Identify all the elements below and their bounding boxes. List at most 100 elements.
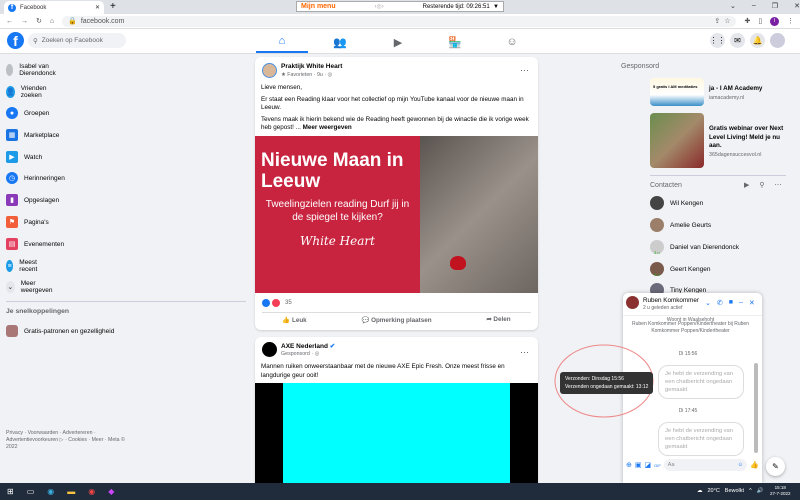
contact-item[interactable]: Amelie Geurts: [650, 218, 711, 232]
home-icon[interactable]: ⌂: [50, 18, 54, 25]
sidepanel-icon[interactable]: ▯: [758, 17, 762, 25]
browser-tab[interactable]: f Facebook ✕: [4, 1, 104, 14]
sidebar-item-more[interactable]: ⌄ Meer weergeven: [6, 279, 56, 295]
new-message-button[interactable]: ✎: [766, 457, 785, 476]
chat-scrollbar[interactable]: [754, 363, 758, 453]
app-icon[interactable]: ◆: [108, 487, 114, 496]
bookmark-star-icon[interactable]: ☆: [724, 17, 730, 25]
file-explorer-icon[interactable]: ▬: [67, 487, 75, 496]
minimize-icon[interactable]: –: [739, 299, 743, 307]
minimize-icon[interactable]: –: [752, 2, 756, 10]
post-meta: Gesponsord · ◎: [281, 351, 320, 357]
tray-chevron-icon[interactable]: ^: [749, 488, 752, 494]
sidebar-item-saved[interactable]: ▮ Opgeslagen: [6, 192, 59, 208]
post-author[interactable]: AXE Nederland ✔: [281, 342, 335, 350]
axe-logo[interactable]: [262, 342, 277, 357]
facebook-logo[interactable]: f: [7, 32, 24, 49]
chat-avatar[interactable]: [626, 296, 639, 309]
chevron-down-icon[interactable]: ⌄: [705, 299, 711, 307]
share-button[interactable]: ➦ Delen: [486, 316, 510, 324]
ad-title[interactable]: Gratis webinar over Next Level Living! M…: [709, 125, 794, 151]
nav-home[interactable]: ⌂: [256, 31, 308, 53]
extensions-icon[interactable]: ✚: [744, 17, 750, 25]
url-input[interactable]: 🔒 facebook.com ⇪ ☆: [62, 15, 737, 27]
nav-arrows-icon[interactable]: ‹◎›: [375, 3, 384, 10]
task-view-icon[interactable]: ▭: [27, 487, 35, 496]
menu-button[interactable]: ⋮⋮: [710, 33, 726, 48]
weather-icon[interactable]: ☁: [697, 488, 703, 494]
close-window-icon[interactable]: ✕: [794, 2, 800, 10]
photo-icon[interactable]: ▣: [635, 461, 642, 469]
post-video[interactable]: [255, 383, 538, 487]
nav-groups[interactable]: ☺: [486, 31, 538, 53]
more-options-icon[interactable]: ⋯: [775, 181, 782, 189]
gif-icon[interactable]: GIF: [654, 463, 661, 468]
speaker-icon[interactable]: 🔊: [757, 488, 764, 494]
ad-thumbnail[interactable]: 5 gratis I AM meditaties: [650, 78, 704, 106]
sidebar-item-groups[interactable]: ● Groepen: [6, 105, 49, 121]
shortcut-item[interactable]: Gratis-patronen en gezelligheid: [6, 323, 114, 339]
message-input[interactable]: Aa ☺: [663, 459, 748, 471]
compose-icon: ✎: [772, 462, 779, 471]
sidebar-item-memories[interactable]: ◷ Herinneringen: [6, 170, 65, 186]
sidebar-item-watch[interactable]: ▶ Watch: [6, 149, 42, 165]
chrome-icon[interactable]: ◉: [88, 487, 95, 496]
sidebar-item-pages[interactable]: ⚑ Pagina's: [6, 214, 49, 230]
browser-menu-icon[interactable]: ⋮: [787, 17, 794, 25]
notifications-button[interactable]: 🔔: [750, 33, 765, 48]
see-more-link[interactable]: Meer weergeven: [303, 124, 352, 131]
edge-icon[interactable]: ◉: [47, 487, 54, 496]
footer-links[interactable]: Privacy · Voorwaarden · Advertereren · A…: [6, 430, 136, 451]
sidebar-item-profile[interactable]: Isabel van Dierendonck: [6, 62, 61, 78]
clock[interactable]: 15:18 27-7-2022: [770, 485, 791, 497]
nav-friends[interactable]: 👥: [314, 31, 366, 53]
ad-domain: 365dagensuccesvol.nl: [709, 152, 762, 158]
post-image[interactable]: Nieuwe Maan in Leeuw Tweelingzielen read…: [255, 136, 538, 293]
sidebar-item-marketplace[interactable]: ▦ Marketplace: [6, 127, 59, 143]
windows-start-icon[interactable]: ⊞: [7, 487, 14, 496]
back-icon[interactable]: ←: [6, 18, 13, 25]
restore-icon[interactable]: ❐: [772, 2, 778, 10]
author-avatar[interactable]: [262, 63, 277, 78]
new-tab-button[interactable]: +: [110, 1, 116, 12]
like-button[interactable]: 👍 Leuk: [282, 316, 306, 324]
more-options-icon[interactable]: ⋯: [520, 65, 529, 76]
heart-decoration: [450, 256, 466, 270]
chat-message[interactable]: Je hebt de verzending van een chatberich…: [658, 422, 744, 456]
account-avatar[interactable]: [770, 33, 785, 48]
search-icon[interactable]: ⚲: [759, 181, 764, 189]
reload-icon[interactable]: ↻: [36, 17, 42, 25]
video-call-icon[interactable]: ■: [729, 299, 733, 307]
share-icon[interactable]: ⇪: [714, 17, 720, 25]
reactions-summary[interactable]: 35: [262, 299, 292, 307]
search-input[interactable]: ⚲ Zoeken op Facebook: [28, 33, 126, 48]
messenger-button[interactable]: ✉: [730, 33, 745, 48]
contact-item[interactable]: Geert Kengen 4 u: [650, 262, 710, 277]
more-options-icon[interactable]: ⋯: [520, 347, 529, 358]
sidebar-item-events[interactable]: ▤ Evenementen: [6, 236, 64, 252]
nav-marketplace[interactable]: 🏪: [429, 31, 481, 53]
contact-item[interactable]: Wil Kengen: [650, 196, 703, 210]
close-icon[interactable]: ✕: [749, 299, 755, 307]
sidebar-item-recent[interactable]: ≡ Meest recent: [6, 258, 42, 274]
tab-search-icon[interactable]: ⌄: [730, 2, 736, 10]
contact-item[interactable]: Daniel van Dierendonck 3 u: [650, 240, 739, 255]
ad-title[interactable]: ja - I AM Academy: [709, 85, 794, 92]
comment-button[interactable]: 💬 Opmerking plaatsen: [361, 316, 431, 324]
ad-thumbnail[interactable]: [650, 113, 704, 168]
video-call-icon[interactable]: ▶: [744, 181, 749, 189]
add-icon[interactable]: ⊕: [626, 461, 632, 469]
thumbs-up-icon[interactable]: 👍: [750, 461, 759, 469]
sticker-icon[interactable]: ◪: [645, 461, 652, 469]
chat-name[interactable]: Ruben Komkommer: [643, 297, 699, 304]
mijn-menu-bar[interactable]: Mijn menu ‹◎› Resterende tijd: 09:26:51 ▼: [296, 1, 504, 12]
post-author[interactable]: Praktijk White Heart: [281, 63, 342, 70]
profile-avatar[interactable]: I: [770, 16, 779, 26]
close-tab-icon[interactable]: ✕: [95, 4, 100, 11]
sidebar-item-friends[interactable]: 👤 Vrienden zoeken: [6, 84, 50, 100]
nav-watch[interactable]: ▶: [372, 31, 424, 53]
chat-message[interactable]: Je hebt de verzending van een chatberich…: [658, 365, 744, 399]
dropdown-icon[interactable]: ▼: [493, 4, 499, 10]
forward-icon[interactable]: →: [21, 18, 28, 25]
phone-icon[interactable]: ✆: [717, 299, 723, 307]
